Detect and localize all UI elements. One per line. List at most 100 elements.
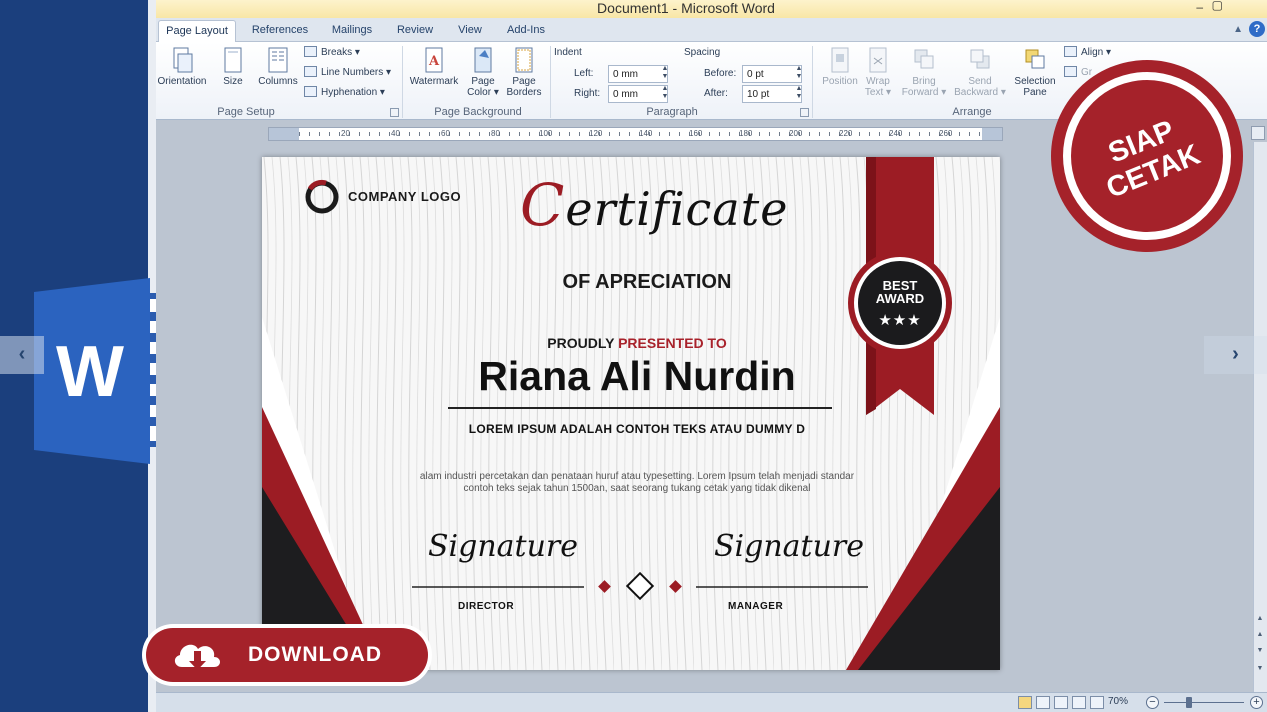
ruler-number: 240 <box>889 129 903 138</box>
zoom-in-button[interactable]: + <box>1250 696 1263 709</box>
draft-view-icon[interactable] <box>1090 696 1104 709</box>
group-separator <box>550 46 551 118</box>
indent-left-spinner[interactable]: ▲ ▼ <box>660 65 670 83</box>
zoom-slider-thumb[interactable] <box>1186 697 1192 708</box>
breaks-icon <box>304 46 317 57</box>
spacing-before-spinner[interactable]: ▲ ▼ <box>794 65 804 83</box>
send-backward-button[interactable]: Send Backward ▾ <box>952 44 1008 104</box>
breaks-label: Breaks ▾ <box>321 47 360 58</box>
horizontal-ruler[interactable]: 20 40 60 80 100 120 140 160 180 200 220 … <box>268 127 1003 141</box>
ribbon-tab-row: Page Layout References Mailings Review V… <box>156 18 1267 42</box>
line-numbers-button[interactable]: Line Numbers ▾ <box>304 64 391 82</box>
bring-forward-icon <box>914 49 934 69</box>
bring-forward-button[interactable]: Bring Forward ▾ <box>896 44 952 104</box>
zoom-out-button[interactable]: − <box>1146 696 1159 709</box>
page-borders-label-2: Borders <box>506 87 542 98</box>
certificate-subtitle: OF APRECIATION <box>562 271 732 293</box>
zoom-slider-track[interactable] <box>1164 702 1244 703</box>
spacing-after-input[interactable] <box>742 85 802 103</box>
signature-right: Signature <box>714 529 865 564</box>
selection-pane-icon <box>1025 49 1045 69</box>
outline-view-icon[interactable] <box>1072 696 1086 709</box>
previous-page-icon[interactable]: ▲ <box>1254 628 1266 642</box>
group-label-paragraph: Paragraph <box>646 106 698 118</box>
tab-add-ins[interactable]: Add-Ins <box>498 20 554 42</box>
zoom-level[interactable]: 70% <box>1108 696 1128 707</box>
ruler-right-margin <box>982 128 1002 140</box>
download-label: DOWNLOAD <box>248 643 382 666</box>
indent-right-spinner[interactable]: ▲ ▼ <box>660 85 670 103</box>
full-screen-reading-icon[interactable] <box>1036 696 1050 709</box>
company-logo-text: COMPANY LOGO <box>348 189 462 204</box>
page-borders-icon <box>515 47 533 73</box>
tab-page-layout[interactable]: Page Layout <box>158 20 236 42</box>
orientation-button[interactable]: Orientation <box>156 44 210 104</box>
tab-review[interactable]: Review <box>388 20 442 42</box>
next-page-icon[interactable]: ▼ <box>1254 644 1266 658</box>
ruler-number: 120 <box>589 129 603 138</box>
ruler-number: 200 <box>789 129 803 138</box>
restore-button[interactable]: ▢ <box>1212 0 1223 12</box>
presented-prefix: PROUDLY <box>547 335 619 351</box>
orientation-icon <box>173 47 193 73</box>
paragraph-dialog-launcher[interactable] <box>800 108 809 117</box>
group-separator <box>402 46 403 118</box>
bring-forward-label-1: Bring <box>912 76 936 87</box>
certificate-title-rest: ertificate <box>565 182 789 236</box>
ruler-left-margin <box>269 128 299 140</box>
ruler-number: 140 <box>639 129 653 138</box>
scroll-down-icon[interactable]: ▼ <box>1254 662 1266 676</box>
orientation-label: Orientation <box>157 76 207 87</box>
web-layout-icon[interactable] <box>1054 696 1068 709</box>
spacing-before-input[interactable] <box>742 65 802 83</box>
download-button-body[interactable]: DOWNLOAD <box>146 628 428 682</box>
document-page[interactable]: COMPANY LOGO Certificate OF APRECIATION … <box>262 157 1000 670</box>
recipient-underline <box>448 407 832 409</box>
tab-view[interactable]: View <box>448 20 492 42</box>
indent-left-input[interactable] <box>608 65 668 83</box>
ruler-number: 160 <box>689 129 703 138</box>
page-borders-label-1: Page <box>512 76 536 87</box>
hyphenation-button[interactable]: Hyphenation ▾ <box>304 84 385 102</box>
vertical-scrollbar[interactable]: ▲ ▲ ▼ ▼ <box>1253 142 1267 692</box>
download-button[interactable]: DOWNLOAD <box>142 624 432 686</box>
print-layout-view-icon[interactable] <box>1018 696 1032 709</box>
carousel-prev-button[interactable]: ‹ <box>0 336 44 374</box>
watermark-icon: A <box>425 47 443 73</box>
ruler-number: 20 <box>341 129 350 138</box>
view-ruler-icon[interactable] <box>1251 126 1265 140</box>
ruler-number: 40 <box>391 129 400 138</box>
help-icon[interactable]: ? <box>1249 21 1265 37</box>
ruler-number: 100 <box>539 129 553 138</box>
ribbon-collapse-icon[interactable]: ▲ <box>1233 24 1243 35</box>
window-title: Document1 - Microsoft Word <box>597 0 775 16</box>
presented-to-line: PROUDLY PRESENTED TO <box>462 335 812 351</box>
tab-mailings[interactable]: Mailings <box>322 20 382 42</box>
watermark-label: Watermark <box>409 76 459 87</box>
tab-references[interactable]: References <box>244 20 316 42</box>
send-backward-label-1: Send <box>968 76 992 87</box>
hyphenation-icon <box>304 86 317 97</box>
presented-highlight: PRESENTED TO <box>618 335 727 351</box>
send-backward-icon <box>970 49 990 69</box>
minimize-button[interactable]: – <box>1196 0 1203 14</box>
page-borders-button[interactable]: Page Borders <box>496 44 552 104</box>
cloud-download-icon <box>174 644 220 670</box>
page-setup-dialog-launcher[interactable] <box>390 108 399 117</box>
indent-right-input[interactable] <box>608 85 668 103</box>
watermark-button[interactable]: A Watermark <box>406 44 462 104</box>
scroll-up-icon[interactable]: ▲ <box>1254 612 1266 626</box>
columns-button[interactable]: Columns <box>250 44 306 104</box>
recipient-name: Riana Ali Nurdin <box>478 353 796 399</box>
spacing-after-spinner[interactable]: ▲ ▼ <box>794 85 804 103</box>
spacing-after-label: After: <box>704 88 728 99</box>
breaks-button[interactable]: Breaks ▾ <box>304 44 360 62</box>
group-label-page-background: Page Background <box>434 106 522 118</box>
title-bar: Document1 - Microsoft Word – ▢ <box>156 0 1267 18</box>
line-numbers-icon <box>304 66 317 77</box>
award-line-2: AWARD <box>875 291 925 306</box>
ruler-number: 80 <box>491 129 500 138</box>
ruler-number: 260 <box>939 129 953 138</box>
carousel-next-button[interactable]: › <box>1204 336 1267 374</box>
role-manager: MANAGER <box>728 601 784 612</box>
